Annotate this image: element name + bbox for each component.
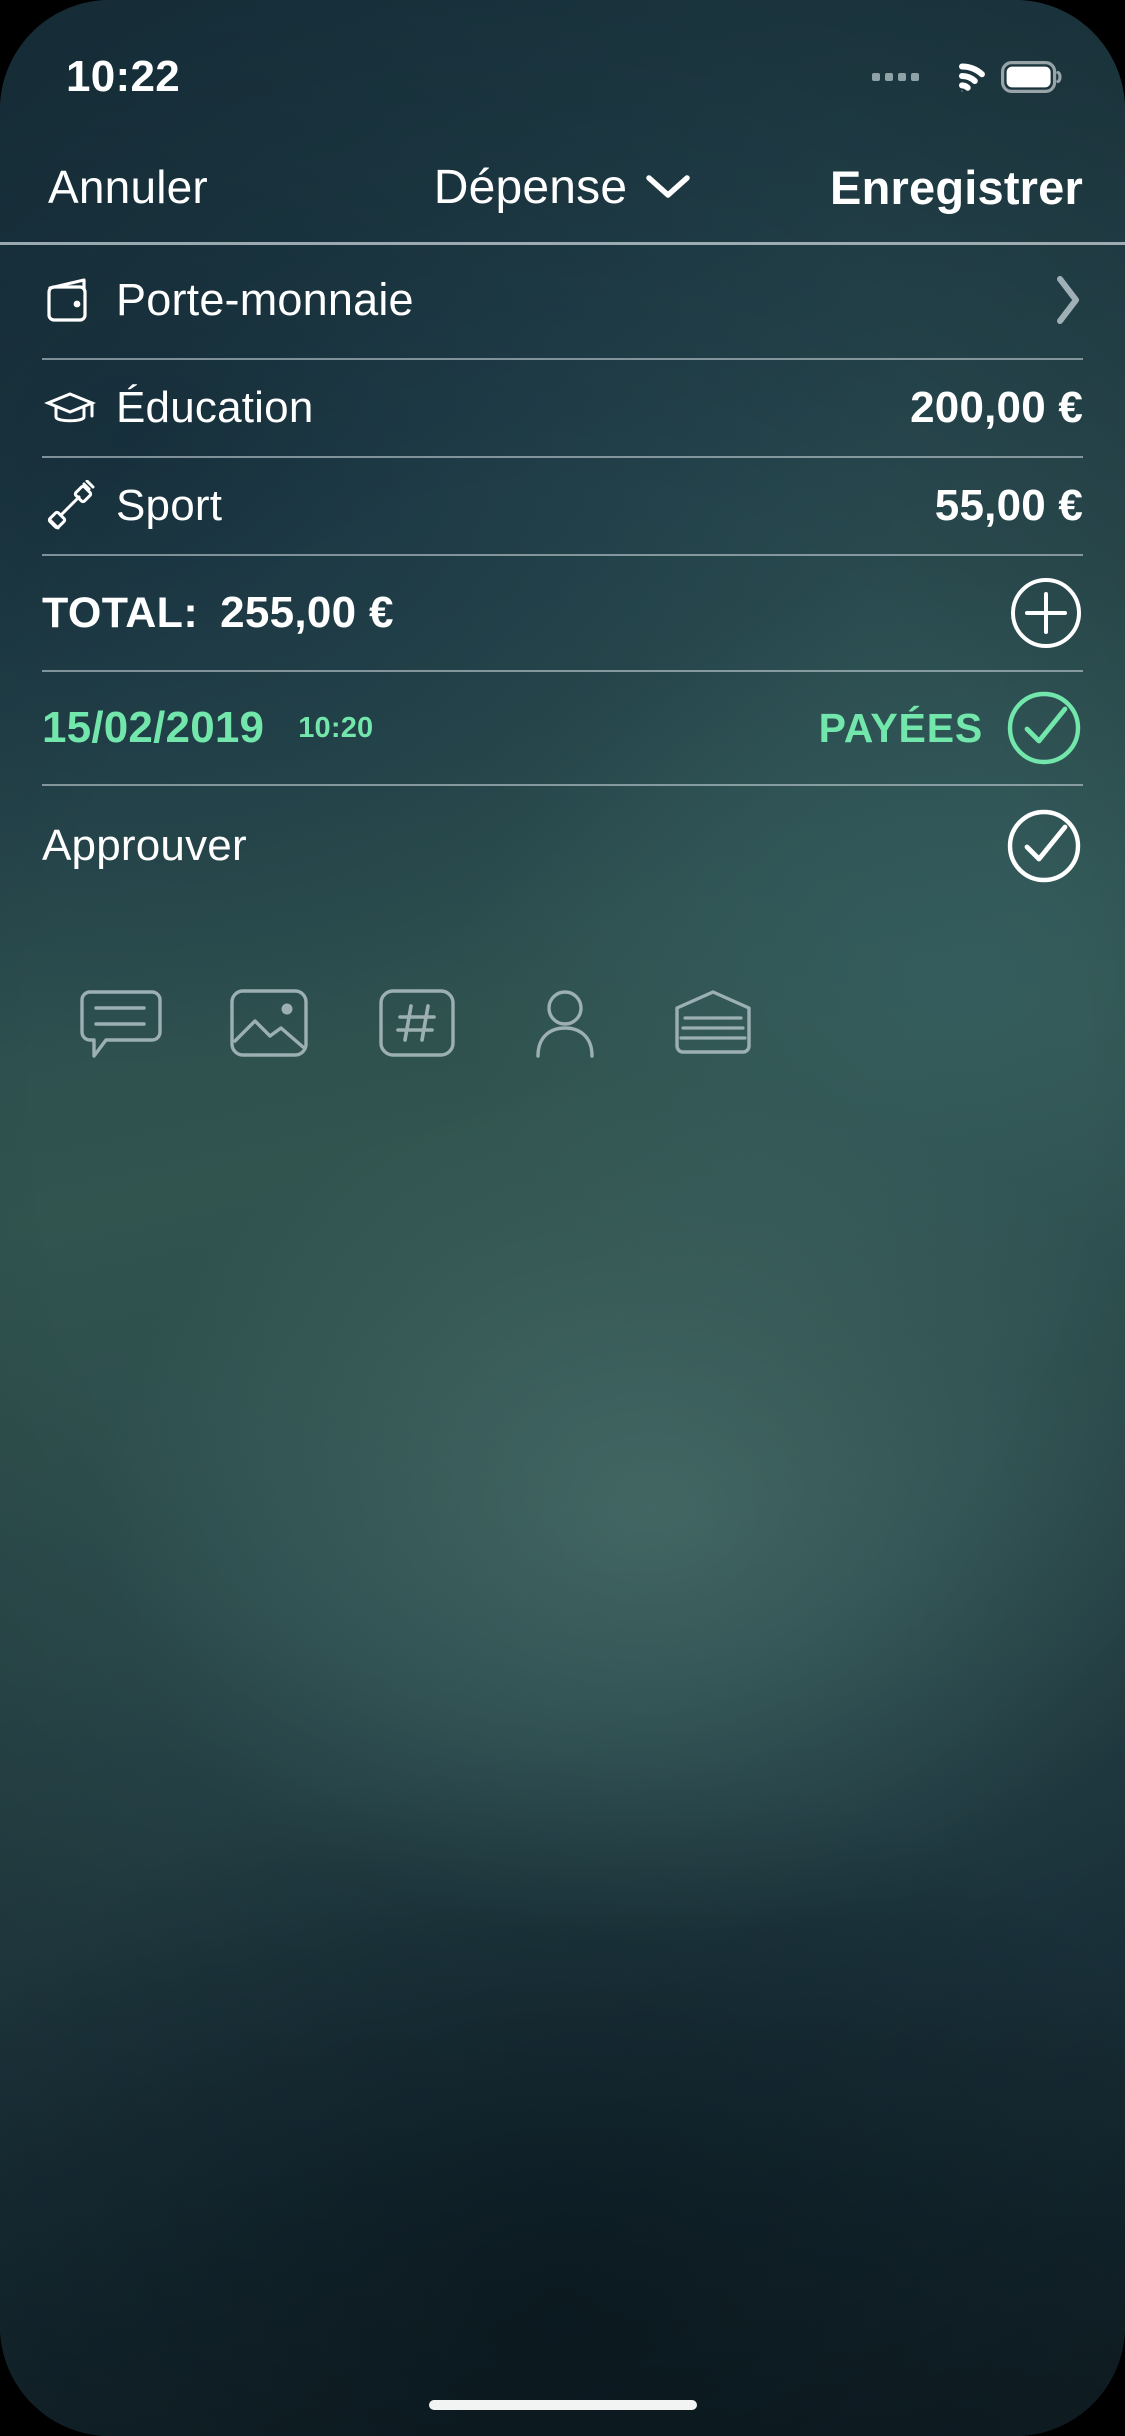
person-button[interactable] <box>522 980 608 1066</box>
wallet-label: Porte-monnaie <box>116 274 414 325</box>
photo-button[interactable] <box>226 980 312 1066</box>
status-bar: 10:22 <box>0 0 1125 132</box>
category-amount: 200,00 € <box>910 383 1083 432</box>
category-row-left: Sport <box>42 478 935 534</box>
total-label: TOTAL: <box>42 588 199 637</box>
category-row-education[interactable]: Éducation 200,00 € <box>42 360 1083 456</box>
attachment-toolbar <box>0 980 1125 1066</box>
plus-circle-icon[interactable] <box>1009 576 1083 650</box>
phone-screen: 10:22 Annuler Dépense Enregistrer Porte-… <box>0 0 1125 2436</box>
category-row-sport[interactable]: Sport 55,00 € <box>42 458 1083 554</box>
approve-label: Approuver <box>42 821 247 870</box>
check-circle-icon[interactable] <box>1005 689 1083 767</box>
save-button[interactable]: Enregistrer <box>830 160 1083 215</box>
archive-button[interactable] <box>670 980 756 1066</box>
note-button[interactable] <box>78 980 164 1066</box>
page-title: Dépense <box>433 160 628 214</box>
transaction-form: Porte-monnaie Éducation 200,00 € Sport 5… <box>0 242 1125 2436</box>
signal-dots-icon <box>872 73 919 81</box>
wallet-row-left: Porte-monnaie <box>42 272 1053 328</box>
approve-row[interactable]: Approuver <box>42 786 1083 906</box>
category-label: Sport <box>116 481 223 530</box>
transaction-time: 10:20 <box>298 711 374 744</box>
category-amount: 55,00 € <box>934 481 1083 530</box>
battery-full-icon <box>1001 61 1062 93</box>
status-badge: PAYÉES <box>818 704 983 751</box>
date-group[interactable]: 15/02/2019 10:20 <box>42 703 819 753</box>
navigation-bar: Annuler Dépense Enregistrer <box>0 132 1125 242</box>
person-icon <box>536 990 594 1058</box>
wallet-row[interactable]: Porte-monnaie <box>42 242 1083 358</box>
graduation-cap-icon <box>42 380 98 436</box>
home-indicator[interactable] <box>428 2400 697 2410</box>
hashtag-tag-icon <box>379 989 455 1057</box>
check-circle-icon[interactable] <box>1005 807 1083 885</box>
tag-button[interactable] <box>374 980 460 1066</box>
photo-image-icon <box>230 989 308 1057</box>
total-row: TOTAL: 255,00 € <box>42 556 1083 670</box>
date-status-row[interactable]: 15/02/2019 10:20 PAYÉES <box>42 672 1083 784</box>
comment-bubble-icon <box>80 990 162 1058</box>
wallet-icon <box>42 272 98 328</box>
status-bar-time: 10:22 <box>66 52 181 101</box>
chevron-right-icon[interactable] <box>1053 274 1083 326</box>
status-bar-indicators <box>872 60 1063 94</box>
dumbbell-icon <box>42 478 98 534</box>
wifi-icon <box>959 63 985 92</box>
total-amount: 255,00 € <box>220 588 394 637</box>
category-row-left: Éducation <box>42 380 910 436</box>
category-label: Éducation <box>116 383 314 432</box>
transaction-date: 15/02/2019 <box>42 703 265 752</box>
chevron-down-icon <box>646 175 691 198</box>
archive-drawer-icon <box>675 990 751 1054</box>
